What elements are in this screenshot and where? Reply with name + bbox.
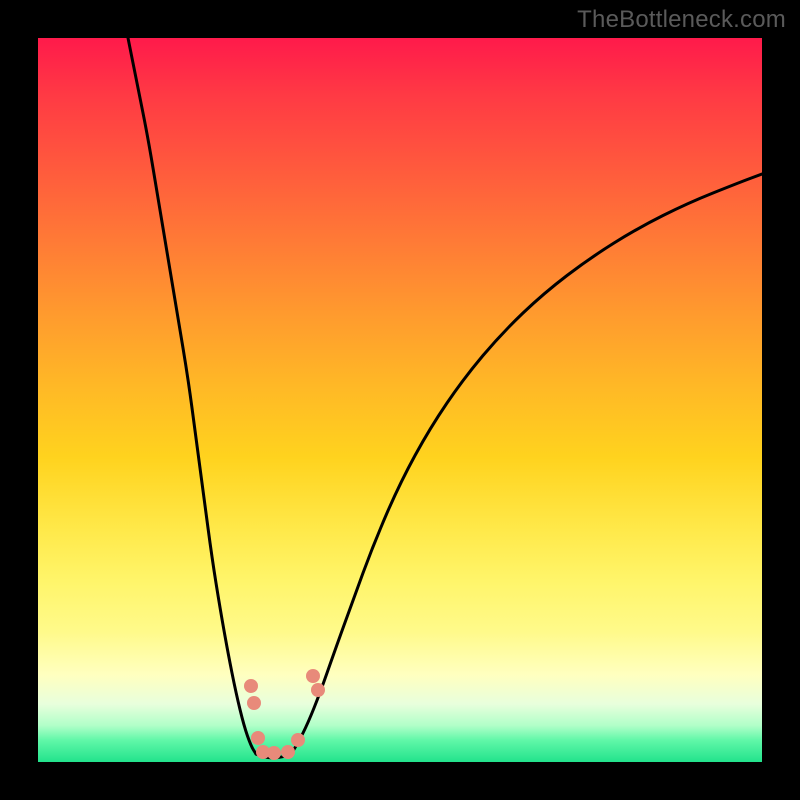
curve-layer (38, 38, 762, 762)
plot-area (38, 38, 762, 762)
chart-frame: TheBottleneck.com (0, 0, 800, 800)
data-marker-1 (247, 696, 261, 710)
data-marker-6 (291, 733, 305, 747)
data-marker-7 (306, 669, 320, 683)
data-marker-2 (251, 731, 265, 745)
curve-left-branch (128, 38, 256, 754)
curve-right-branch (291, 174, 762, 754)
watermark-text: TheBottleneck.com (577, 6, 786, 34)
data-marker-8 (311, 683, 325, 697)
data-marker-0 (244, 679, 258, 693)
data-marker-5 (281, 745, 295, 759)
data-marker-4 (267, 746, 281, 760)
